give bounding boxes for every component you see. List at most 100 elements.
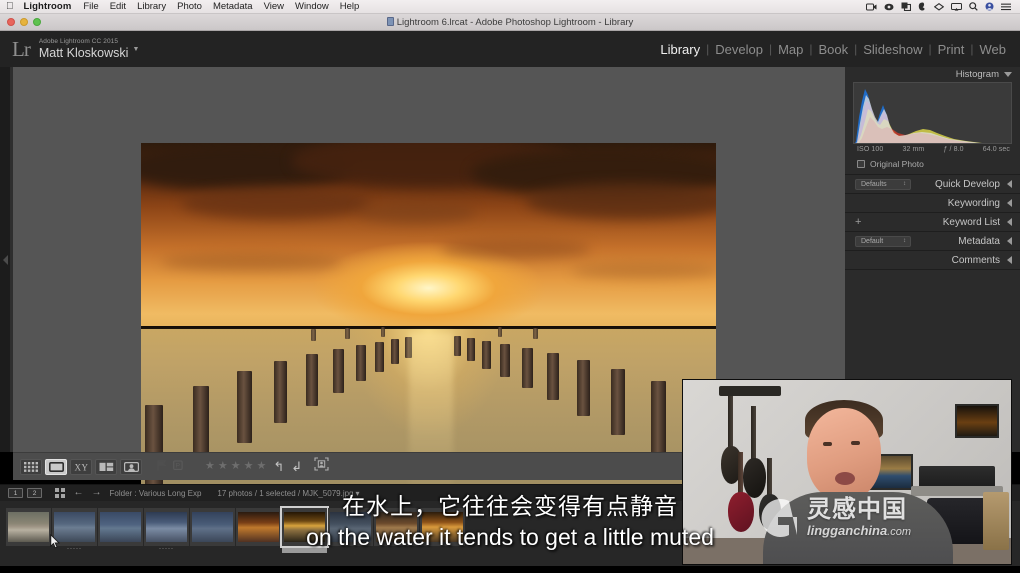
go-forward-arrow-icon[interactable]: →	[92, 488, 102, 498]
chevron-left-icon[interactable]	[1007, 256, 1012, 264]
thumbnail-badges-icon[interactable]	[314, 457, 329, 476]
evernote-icon[interactable]	[918, 2, 927, 11]
screen-record-icon[interactable]	[866, 3, 877, 11]
search-icon[interactable]	[969, 2, 978, 11]
source-label[interactable]: Folder : Various Long Exp	[110, 489, 202, 498]
list-item[interactable]	[6, 508, 51, 553]
menu-metadata[interactable]: Metadata	[213, 1, 253, 12]
menu-window[interactable]: Window	[295, 1, 329, 12]
chevron-left-icon[interactable]	[1007, 199, 1012, 207]
thumbnail-image	[376, 512, 417, 542]
star-rating-control[interactable]: ★ ★ ★ ★ ★	[205, 461, 266, 472]
menu-edit[interactable]: Edit	[110, 1, 126, 12]
chevron-left-icon[interactable]	[1007, 180, 1012, 188]
window-title-text: Lightroom 6.lrcat - Adobe Photoshop Ligh…	[396, 16, 634, 28]
menu-library[interactable]: Library	[137, 1, 166, 12]
list-item[interactable]	[98, 508, 143, 553]
thumbnail-4[interactable]	[144, 508, 189, 546]
loupe-view-button[interactable]	[45, 458, 67, 475]
grid-view-button[interactable]	[20, 458, 42, 475]
module-slideshow[interactable]: Slideshow	[859, 42, 926, 57]
filter-caret-icon[interactable]: ▾	[356, 489, 360, 498]
panel-row-metadata[interactable]: Default ↕ Metadata	[845, 232, 1020, 251]
thumbnail-10[interactable]	[420, 508, 465, 546]
left-panel-collapsed[interactable]	[0, 67, 10, 452]
expand-left-panel-icon[interactable]	[2, 254, 8, 265]
menu-file[interactable]: File	[83, 1, 98, 12]
menu-view[interactable]: View	[264, 1, 284, 12]
original-photo-toggle[interactable]: Original Photo	[845, 153, 1020, 175]
list-item[interactable]	[328, 508, 373, 553]
dropbox-icon[interactable]	[934, 2, 944, 11]
copy-icon[interactable]	[901, 2, 911, 11]
thumbnail-5[interactable]	[190, 508, 235, 546]
photo-count-status[interactable]: 17 photos / 1 selected / MJK_5079.jpg	[217, 489, 353, 498]
metadata-preset-dropdown[interactable]: Default ↕	[855, 235, 911, 247]
watermark-logo-icon	[755, 495, 801, 541]
list-item[interactable]	[190, 508, 235, 553]
module-print[interactable]: Print	[934, 42, 969, 57]
module-develop[interactable]: Develop	[711, 42, 767, 57]
checkbox-icon[interactable]	[857, 160, 865, 168]
rotate-right-icon[interactable]: ↲	[291, 460, 302, 473]
thumbnail-7-selected[interactable]	[280, 506, 329, 548]
star-3[interactable]: ★	[231, 461, 241, 472]
module-book[interactable]: Book	[814, 42, 852, 57]
histogram-header[interactable]: Histogram	[845, 67, 1020, 82]
user-account-icon[interactable]	[985, 2, 994, 11]
thumbnail-8[interactable]	[328, 508, 373, 546]
chevron-left-icon[interactable]	[1007, 237, 1012, 245]
airplay-icon[interactable]	[951, 2, 962, 11]
module-library[interactable]: Library	[656, 42, 704, 57]
star-2[interactable]: ★	[218, 461, 228, 472]
module-map[interactable]: Map	[774, 42, 807, 57]
list-item[interactable]	[236, 508, 281, 553]
identity-plate[interactable]: Lr Adobe Lightroom CC 2015 Matt Kloskows…	[0, 38, 139, 60]
watermark-domain: .com	[887, 526, 912, 538]
menu-app-name[interactable]: Lightroom	[24, 1, 72, 12]
list-icon[interactable]	[1001, 3, 1011, 11]
menu-help[interactable]: Help	[340, 1, 360, 12]
chevron-left-icon[interactable]	[1007, 218, 1012, 226]
thumbnail-1[interactable]	[6, 508, 51, 546]
module-web[interactable]: Web	[976, 42, 1011, 57]
watermark-english: lingganchina.com	[807, 524, 911, 538]
go-back-arrow-icon[interactable]: ←	[74, 488, 84, 498]
panel-row-keyword-list[interactable]: + Keyword List	[845, 213, 1020, 232]
apple-logo-icon[interactable]: 	[6, 1, 14, 12]
people-view-button[interactable]	[120, 458, 142, 475]
chevron-down-icon[interactable]	[1004, 72, 1012, 77]
star-4[interactable]: ★	[244, 461, 254, 472]
flag-pick-icon[interactable]	[157, 458, 167, 476]
add-keyword-icon[interactable]: +	[855, 216, 861, 228]
list-item-selected[interactable]	[280, 506, 329, 553]
quick-develop-preset-dropdown[interactable]: Defaults ↕	[855, 178, 911, 190]
panel-row-quick-develop[interactable]: Defaults ↕ Quick Develop	[845, 175, 1020, 194]
star-1[interactable]: ★	[205, 461, 215, 472]
screen-2-button[interactable]: 2	[27, 488, 42, 498]
menu-photo[interactable]: Photo	[177, 1, 202, 12]
compare-view-button[interactable]: XY	[70, 458, 92, 475]
rotate-left-icon[interactable]: ↰	[273, 460, 284, 473]
histogram-graph[interactable]	[853, 82, 1012, 144]
thumbnail-3[interactable]	[98, 508, 143, 546]
list-item[interactable]	[420, 508, 465, 553]
eye-icon[interactable]	[884, 3, 894, 11]
module-separator: |	[768, 42, 773, 56]
list-item[interactable]	[374, 508, 419, 553]
survey-view-button[interactable]	[95, 458, 117, 475]
watermark-text: 灵感中国 lingganchina.com	[807, 498, 911, 538]
thumbnail-9[interactable]	[374, 508, 419, 546]
panel-row-comments[interactable]: Comments	[845, 251, 1020, 270]
flag-reject-icon[interactable]: P	[173, 458, 183, 476]
grid-view-icon[interactable]	[55, 488, 65, 498]
screen-1-button[interactable]: 1	[8, 488, 23, 498]
panel-row-keywording[interactable]: Keywording	[845, 194, 1020, 213]
star-5[interactable]: ★	[257, 461, 267, 472]
identity-caret-icon[interactable]: ▼	[132, 46, 139, 53]
thumbnail-rating	[282, 546, 327, 553]
thumbnail-6[interactable]	[236, 508, 281, 546]
histogram-canvas	[855, 89, 982, 143]
list-item[interactable]: ·····	[144, 508, 189, 553]
exif-focal-length: 32 mm	[902, 146, 925, 153]
